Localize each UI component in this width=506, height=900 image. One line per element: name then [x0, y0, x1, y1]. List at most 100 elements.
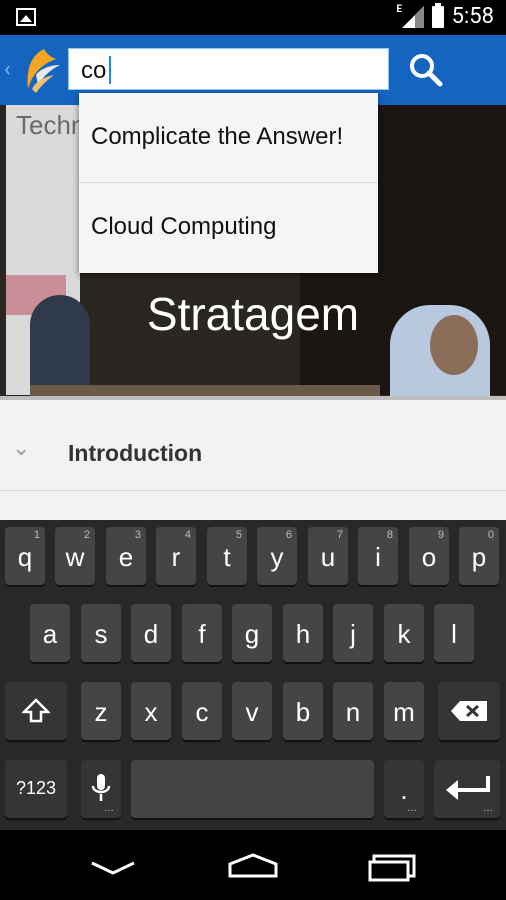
key-h[interactable]: h — [283, 604, 323, 662]
key-x[interactable]: x — [131, 682, 171, 740]
spacebar[interactable] — [131, 760, 374, 818]
key-char: f — [198, 619, 206, 649]
backspace-key[interactable] — [438, 682, 500, 740]
key-d[interactable]: d — [131, 604, 171, 662]
key-char: w — [65, 542, 85, 572]
key-char: k — [397, 619, 411, 649]
enter-icon — [446, 776, 490, 800]
key-b[interactable]: b — [283, 682, 323, 740]
key-s[interactable]: s — [81, 604, 121, 662]
key-char: d — [143, 619, 159, 649]
key-char: ?123 — [15, 778, 57, 798]
key-o[interactable]: 9o — [409, 527, 449, 585]
search-icon[interactable] — [402, 47, 450, 93]
key-char: b — [295, 697, 311, 727]
key-hint: 4 — [184, 529, 191, 541]
key-l[interactable]: l — [434, 604, 474, 662]
key-v[interactable]: v — [232, 682, 272, 740]
key-hint: 9 — [437, 529, 444, 541]
text-caret — [109, 56, 111, 84]
key-hint: 5 — [235, 529, 242, 541]
key-char: r — [171, 542, 181, 572]
chevron-down-icon: ⌄ — [12, 436, 31, 461]
key-hint: 0 — [487, 529, 494, 541]
suggestion-item[interactable]: Cloud Computing — [79, 183, 378, 273]
key-char: t — [223, 542, 231, 572]
key-i[interactable]: 8i — [358, 527, 398, 585]
key-hint: 2 — [83, 529, 90, 541]
key-j[interactable]: j — [333, 604, 373, 662]
key-hint: 3 — [134, 529, 141, 541]
soft-keyboard: 1q 2w 3e 4r 5t 6y 7u 8i 9o 0p a s d f g … — [0, 520, 506, 830]
key-r[interactable]: 4r — [156, 527, 196, 585]
key-char: c — [195, 697, 209, 727]
key-y[interactable]: 6y — [257, 527, 297, 585]
key-char: p — [471, 542, 487, 572]
key-char: s — [94, 619, 108, 649]
mic-icon — [91, 774, 111, 801]
key-char: q — [17, 542, 33, 572]
shift-key[interactable] — [5, 682, 67, 740]
key-u[interactable]: 7u — [308, 527, 348, 585]
shift-icon — [22, 698, 50, 723]
backspace-icon — [451, 701, 487, 721]
long-press-hint: … — [407, 803, 418, 814]
key-char: m — [393, 697, 415, 727]
key-char: y — [270, 542, 284, 572]
key-hint: 8 — [386, 529, 393, 541]
mic-key[interactable]: … — [81, 760, 121, 818]
key-char: e — [118, 542, 134, 572]
key-c[interactable]: c — [182, 682, 222, 740]
key-char: g — [244, 619, 260, 649]
enter-key[interactable]: … — [434, 760, 500, 818]
period-key[interactable]: . … — [384, 760, 424, 818]
key-char: a — [42, 619, 58, 649]
symbols-key[interactable]: ?123 — [5, 760, 67, 818]
key-char: i — [375, 542, 381, 572]
key-p[interactable]: 0p — [459, 527, 499, 585]
search-suggestions: Complicate the Answer! Cloud Computing — [79, 93, 378, 273]
panel-table — [30, 385, 380, 396]
key-w[interactable]: 2w — [55, 527, 95, 585]
key-k[interactable]: k — [384, 604, 424, 662]
status-bar: E 5:58 — [0, 0, 506, 35]
key-m[interactable]: m — [384, 682, 424, 740]
key-char: v — [245, 697, 259, 727]
section-introduction[interactable]: ⌄ Introduction — [0, 420, 506, 491]
key-z[interactable]: z — [81, 682, 121, 740]
key-char: o — [421, 542, 437, 572]
hero-title: Stratagem — [146, 288, 360, 340]
key-char: h — [295, 619, 311, 649]
key-char: z — [94, 697, 108, 727]
key-g[interactable]: g — [232, 604, 272, 662]
content-area: ⌄ Introduction — [0, 396, 506, 520]
key-q[interactable]: 1q — [5, 527, 45, 585]
home-icon[interactable] — [226, 852, 280, 880]
navigation-bar — [0, 830, 506, 900]
key-t[interactable]: 5t — [207, 527, 247, 585]
key-char: . — [400, 775, 408, 805]
signal-icon — [402, 6, 424, 28]
app-logo-icon[interactable] — [22, 45, 62, 95]
key-char: j — [350, 619, 356, 649]
search-input[interactable]: co — [68, 48, 389, 90]
search-input-value: co — [81, 57, 107, 84]
key-e[interactable]: 3e — [106, 527, 146, 585]
back-icon[interactable] — [90, 860, 136, 876]
key-f[interactable]: f — [182, 604, 222, 662]
key-hint: 6 — [285, 529, 292, 541]
key-char: l — [451, 619, 457, 649]
key-char: n — [345, 697, 361, 727]
clock: 5:58 — [451, 4, 494, 29]
long-press-hint: … — [104, 803, 115, 814]
key-char: x — [144, 697, 158, 727]
back-chevron-icon[interactable]: ‹ — [4, 57, 11, 82]
battery-icon — [432, 3, 444, 28]
key-n[interactable]: n — [333, 682, 373, 740]
suggestion-label: Complicate the Answer! — [91, 123, 344, 150]
suggestion-item[interactable]: Complicate the Answer! — [79, 93, 378, 183]
suggestion-label: Cloud Computing — [91, 213, 277, 240]
recents-icon[interactable] — [368, 854, 418, 884]
key-a[interactable]: a — [30, 604, 70, 662]
gallery-icon — [16, 8, 36, 26]
